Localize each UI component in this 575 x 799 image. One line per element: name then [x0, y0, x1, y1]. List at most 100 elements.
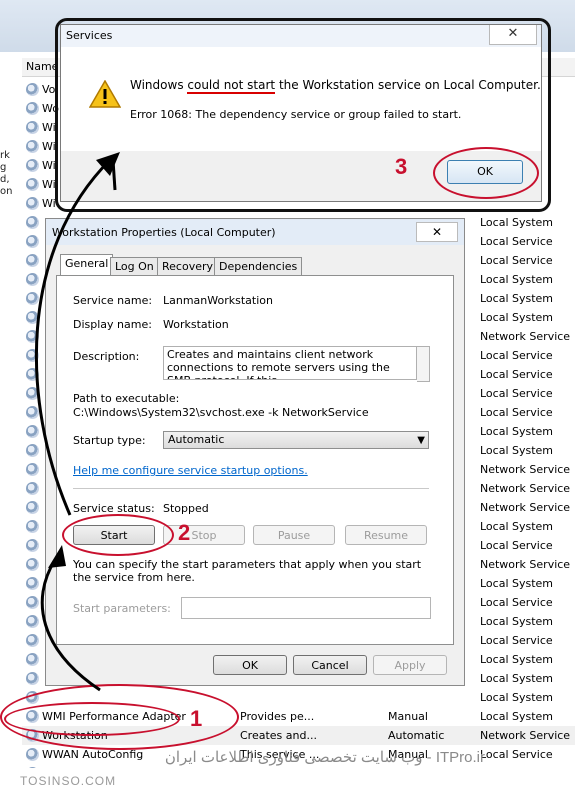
- properties-title: Workstation Properties (Local Computer): [52, 226, 276, 239]
- service-logon-cell: Local System: [480, 292, 554, 305]
- service-logon-cell: Local Service: [480, 539, 553, 552]
- column-header-name[interactable]: Name: [26, 60, 58, 73]
- service-startup-cell: Manual: [388, 710, 428, 723]
- service-logon-cell: Local System: [480, 444, 554, 457]
- service-gear-icon: [26, 577, 39, 590]
- service-gear-icon: [26, 558, 39, 571]
- service-logon-cell: Network Service: [480, 330, 571, 343]
- service-name-cell: Wi: [42, 140, 56, 153]
- left-cut-line: g: [0, 162, 7, 173]
- service-gear-icon: [26, 311, 39, 324]
- startup-type-select[interactable]: Automatic ▼: [163, 431, 429, 449]
- service-name-cell: WWAN AutoConfig: [42, 748, 144, 761]
- service-gear-icon: [26, 292, 39, 305]
- service-gear-icon: [26, 672, 39, 685]
- annotation-circle-workstation: [4, 702, 180, 736]
- workstation-properties-dialog: Workstation Properties (Local Computer) …: [45, 218, 465, 686]
- service-logon-cell: Local Service: [480, 254, 553, 267]
- tab-recovery[interactable]: Recovery: [157, 257, 219, 276]
- service-name-cell: Wi: [42, 197, 56, 210]
- service-logon-cell: Local Service: [480, 349, 553, 362]
- start-parameters-input[interactable]: [181, 597, 431, 619]
- service-gear-icon: [26, 273, 39, 286]
- annotation-number-3: 3: [395, 154, 408, 179]
- service-status-value: Stopped: [163, 502, 209, 515]
- description-scrollbar[interactable]: [417, 346, 430, 382]
- service-gear-icon: [26, 596, 39, 609]
- service-logon-cell: Local System: [480, 311, 554, 324]
- annotation-number-2: 2: [178, 520, 191, 545]
- service-logon-cell: Local Service: [480, 368, 553, 381]
- properties-apply-button[interactable]: Apply: [373, 655, 447, 675]
- error-underlined: could not start: [187, 78, 276, 94]
- service-name-cell: Wi: [42, 178, 56, 191]
- close-icon[interactable]: ✕: [416, 222, 458, 242]
- error-message: Windows could not start the Workstation …: [130, 78, 541, 94]
- service-gear-icon: [26, 121, 39, 134]
- error-dialog-body: [61, 47, 541, 151]
- stop-button[interactable]: Stop: [163, 525, 245, 545]
- watermark-right: وب سایت تخصصی فناوری اطلاعات ایران - ITP…: [164, 749, 485, 766]
- service-name-cell: Wi: [42, 159, 56, 172]
- service-logon-cell: Network Service: [480, 463, 571, 476]
- description-box[interactable]: Creates and maintains client network con…: [163, 346, 417, 380]
- service-logon-cell: Local System: [480, 653, 554, 666]
- error-dialog-titlebar[interactable]: Services ✕: [61, 25, 541, 47]
- watermark-left: TOSINSO.COM: [20, 774, 117, 788]
- service-gear-icon: [26, 83, 39, 96]
- close-icon[interactable]: ✕: [489, 25, 537, 45]
- footer-watermark: TOSINSO.COM وب سایت تخصصی فناوری اطلاعات…: [0, 749, 575, 799]
- tab-general[interactable]: General: [60, 254, 114, 277]
- service-logon-cell: Local Service: [480, 596, 553, 609]
- chevron-down-icon: ▼: [417, 435, 425, 446]
- tab-log-on[interactable]: Log On: [110, 257, 159, 276]
- tab-dependencies[interactable]: Dependencies: [214, 257, 303, 276]
- display-name-label: Display name:: [73, 318, 152, 331]
- service-logon-cell: Local System: [480, 710, 554, 723]
- service-logon-cell: Network Service: [480, 482, 571, 495]
- separator: [73, 488, 429, 489]
- service-logon-cell: Network Service: [480, 501, 571, 514]
- path-label: Path to executable:: [73, 392, 180, 405]
- pause-button[interactable]: Pause: [253, 525, 335, 545]
- general-panel: Service name: LanmanWorkstation Display …: [56, 275, 454, 645]
- service-gear-icon: [26, 748, 39, 761]
- service-startup-cell: Automatic: [388, 729, 445, 742]
- service-logon-cell: Local System: [480, 691, 554, 704]
- service-logon-cell: Local System: [480, 577, 554, 590]
- service-name-cell: Wi: [42, 121, 56, 134]
- service-desc-cell: Provides pe...: [240, 710, 315, 723]
- service-logon-cell: Local Service: [480, 748, 553, 761]
- service-logon-cell: Network Service: [480, 729, 571, 742]
- left-cut-line: rk: [0, 150, 10, 161]
- service-logon-cell: Local Service: [480, 406, 553, 419]
- left-cut-line: on: [0, 186, 13, 197]
- service-gear-icon: [26, 349, 39, 362]
- service-logon-cell: Local Service: [480, 634, 553, 647]
- service-gear-icon: [26, 539, 39, 552]
- start-parameters-hint: You can specify the start parameters tha…: [73, 558, 422, 584]
- properties-cancel-button[interactable]: Cancel: [293, 655, 367, 675]
- help-link[interactable]: Help me configure service startup option…: [73, 464, 308, 477]
- service-logon-cell: Local Service: [480, 235, 553, 248]
- resume-button[interactable]: Resume: [345, 525, 427, 545]
- service-gear-icon: [26, 140, 39, 153]
- service-name-cell: Vo: [42, 83, 56, 96]
- service-name-value: LanmanWorkstation: [163, 294, 273, 307]
- annotation-number-1: 1: [190, 706, 203, 731]
- service-desc-cell: Creates and...: [240, 729, 317, 742]
- properties-titlebar[interactable]: Workstation Properties (Local Computer) …: [46, 219, 464, 245]
- service-gear-icon: [26, 102, 39, 115]
- service-gear-icon: [26, 406, 39, 419]
- properties-ok-button[interactable]: OK: [213, 655, 287, 675]
- service-gear-icon: [26, 178, 39, 191]
- service-logon-cell: Local System: [480, 672, 554, 685]
- description-label: Description:: [73, 350, 140, 363]
- service-gear-icon: [26, 330, 39, 343]
- startup-type-label: Startup type:: [73, 434, 146, 447]
- service-gear-icon: [26, 254, 39, 267]
- service-logon-cell: Network Service: [480, 558, 571, 571]
- service-gear-icon: [26, 197, 39, 210]
- service-gear-icon: [26, 520, 39, 533]
- service-gear-icon: [26, 444, 39, 457]
